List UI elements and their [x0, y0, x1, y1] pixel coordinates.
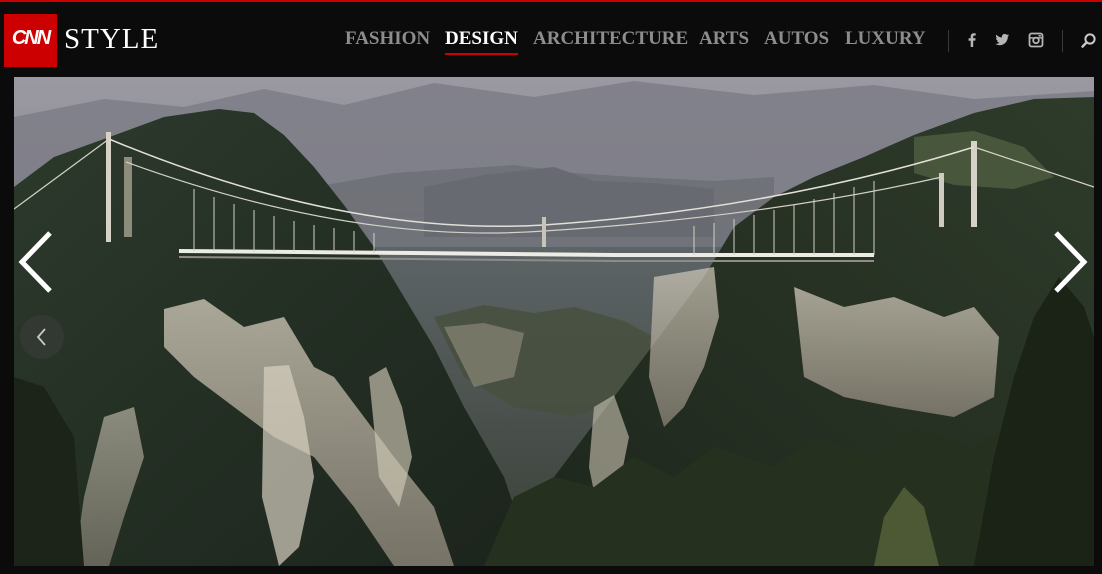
- site-header: CNN STYLE FASHION DESIGN ARCHITECTURE AR…: [0, 2, 1102, 76]
- nav-item-autos[interactable]: AUTOS: [764, 28, 829, 50]
- nav-item-luxury[interactable]: LUXURY: [845, 28, 926, 50]
- gallery-next-button[interactable]: [1050, 229, 1090, 295]
- photo-gallery: [14, 77, 1094, 566]
- gallery-prev-button[interactable]: [16, 229, 56, 295]
- cnn-logo-text: CNN: [11, 27, 51, 49]
- section-brand-word[interactable]: STYLE: [64, 23, 159, 56]
- nav-item-architecture[interactable]: ARCHITECTURE: [533, 28, 688, 50]
- nav-item-design[interactable]: DESIGN: [445, 28, 518, 55]
- glass-bridge-canyon-photo: [14, 77, 1094, 566]
- instagram-icon[interactable]: [1026, 30, 1046, 50]
- gallery-small-prev-button[interactable]: [20, 315, 64, 359]
- chevron-right-icon: [1054, 231, 1088, 293]
- chevron-left-icon: [18, 231, 52, 293]
- nav-item-fashion[interactable]: FASHION: [345, 28, 430, 50]
- small-prev-icon: [36, 328, 46, 346]
- search-divider: [1062, 30, 1063, 52]
- nav-item-arts[interactable]: ARTS: [699, 28, 749, 50]
- cnn-logo[interactable]: CNN: [4, 14, 57, 67]
- nav-divider: [948, 30, 949, 52]
- page-bottom-strip: [0, 566, 1102, 574]
- search-icon[interactable]: [1079, 31, 1099, 51]
- facebook-icon[interactable]: [962, 30, 982, 50]
- twitter-icon[interactable]: [992, 30, 1012, 50]
